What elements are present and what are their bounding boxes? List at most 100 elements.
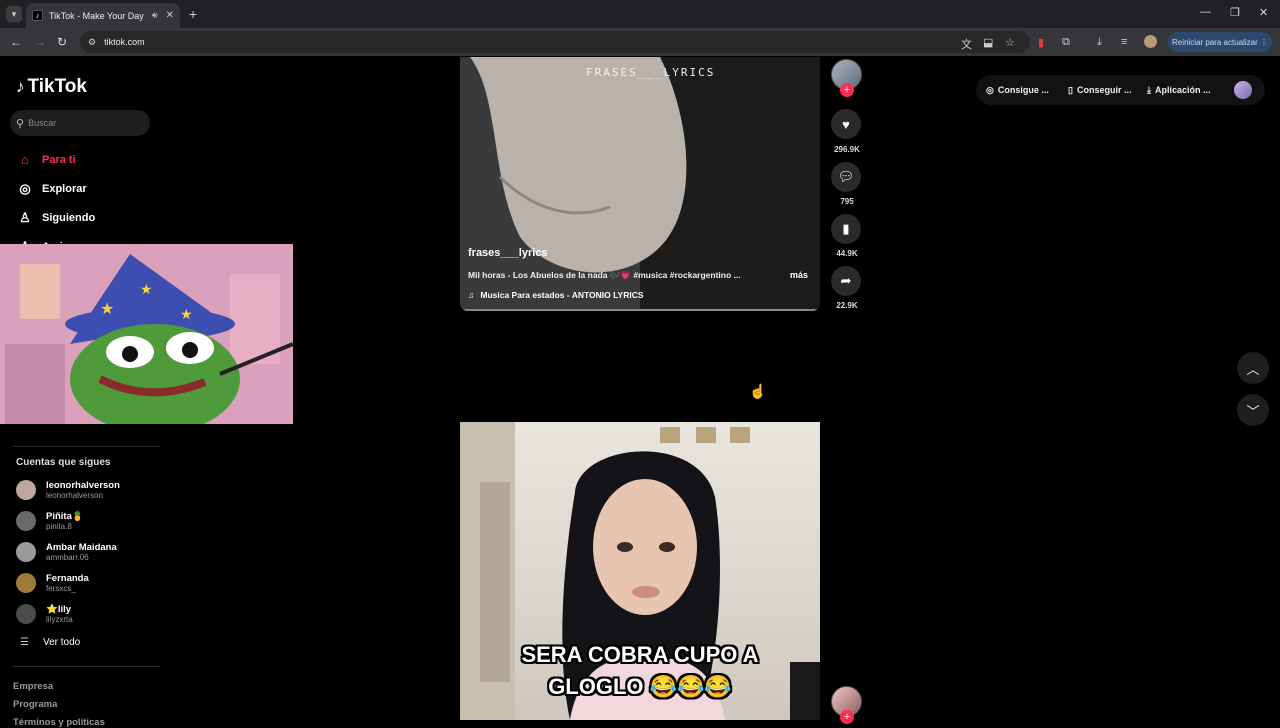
account-handle: fersxcs_ (46, 584, 76, 593)
see-all-link[interactable]: ☰ Ver todo (20, 637, 80, 648)
comment-count: 795 (840, 197, 854, 206)
close-window-icon[interactable]: ✕ (1259, 6, 1268, 19)
nav-item-following[interactable]: ♙ Siguiendo (16, 210, 95, 226)
next-video-button[interactable]: ﹀ (1237, 394, 1269, 426)
nav-item-explore[interactable]: ◎ Explorar (16, 181, 86, 197)
footer-link-company[interactable]: Empresa (13, 681, 53, 692)
get-coins-button[interactable]: ◎ Consigue ... (986, 78, 1049, 102)
reload-icon[interactable]: ↻ (57, 35, 67, 49)
video-watermark: FRASES___LYRICS (586, 66, 716, 79)
chevron-down-icon: ﹀ (1246, 403, 1260, 419)
avatar (16, 511, 36, 531)
user-avatar[interactable] (1234, 81, 1252, 99)
translate-icon[interactable]: 文 (961, 36, 972, 52)
footer-link-program[interactable]: Programa (13, 699, 57, 710)
video-caption: SERA COBRA CUPO A GLOGLO 😂😂😂 (521, 642, 759, 699)
bookmark-icon: ▮ (842, 221, 850, 236)
forward-icon[interactable]: → (34, 35, 46, 49)
account-name: Fernanda (46, 573, 89, 584)
media-control-icon[interactable]: ≡ (1121, 36, 1127, 48)
webcam-overlay: ★ ★ ★ (0, 244, 293, 424)
restart-update-button[interactable]: Reiniciar para actualizar ⋮ (1168, 32, 1272, 52)
download-icon: ⤓ (1147, 84, 1151, 95)
list-icon: ☰ (20, 637, 29, 648)
browser-tab-bar: ▾ ♪ TikTok - Make Your Day 🔊︎ ✕ + — ❐ ✕ (0, 0, 1280, 28)
site-settings-icon[interactable]: ⚙ (88, 37, 96, 48)
hand-cursor-icon: ☝ (749, 383, 767, 399)
download-icon[interactable]: ⤓ (1097, 36, 1102, 49)
browser-tab[interactable]: ♪ TikTok - Make Your Day 🔊︎ ✕ (26, 3, 180, 28)
video-player[interactable]: FRASES___LYRICS frases___lyrics Mil hora… (460, 57, 820, 311)
account-handle: leonorhalverson (46, 491, 103, 500)
new-tab-button[interactable]: + (189, 6, 197, 22)
share-icon: ➦ (840, 273, 852, 288)
phone-icon: ▯ (1068, 84, 1073, 95)
tab-search-icon[interactable]: ▾ (6, 6, 22, 22)
follow-plus-icon[interactable]: + (840, 710, 854, 724)
bookmark-star-icon[interactable]: ☆ (1005, 36, 1015, 49)
compass-icon: ◎ (19, 181, 31, 196)
back-icon[interactable]: ← (10, 35, 22, 49)
video-progress-bar[interactable] (460, 309, 820, 311)
description-more-button[interactable]: más (790, 270, 808, 280)
following-account[interactable]: Ambar Maidana ammbarr.06 (16, 542, 117, 562)
account-handle: pinita.8 (46, 522, 72, 531)
svg-text:★: ★ (140, 281, 153, 297)
following-section-title: Cuentas que sigues (16, 457, 111, 468)
avatar (16, 604, 36, 624)
install-app-icon[interactable]: ⬓ (983, 36, 993, 49)
video-description: Mil horas - Los Abuelos de la nada 🎶💗 #m… (468, 270, 741, 280)
share-count: 22.9K (836, 301, 858, 310)
minimize-icon[interactable]: — (1200, 6, 1211, 18)
frog-wizard-illustration: ★ ★ ★ (0, 244, 293, 424)
avatar (16, 480, 36, 500)
svg-text:★: ★ (100, 301, 114, 318)
divider (12, 666, 160, 667)
account-name: Ambar Maidana (46, 542, 117, 553)
search-input[interactable]: ⚲ Buscar (10, 110, 150, 136)
comment-button[interactable]: 💬︎ (831, 162, 861, 192)
get-app-button[interactable]: ▯ Conseguir ... (1068, 78, 1131, 102)
comment-icon: 💬︎ (837, 169, 855, 184)
save-count: 44.9K (836, 249, 858, 258)
account-handle: ammbarr.06 (46, 553, 89, 562)
following-account[interactable]: Piñita🍍 pinita.8 (16, 511, 84, 531)
following-account[interactable]: leonorhalverson leonorhalverson (16, 480, 120, 500)
video-author[interactable]: frases___lyrics (468, 247, 548, 259)
like-count: 296.9K (834, 145, 860, 154)
music-note-icon: ♫ (468, 290, 475, 300)
divider (12, 446, 160, 447)
like-button[interactable]: ♥ (831, 109, 861, 139)
nav-item-for-you[interactable]: ⌂ Para ti (16, 152, 76, 167)
previous-video-button[interactable]: ︿ (1237, 352, 1269, 384)
video-music[interactable]: ♫ Musica Para estados - ANTONIO LYRICS (468, 290, 644, 300)
avatar (16, 573, 36, 593)
restore-icon[interactable]: ❐ (1230, 6, 1240, 19)
browser-toolbar: ← → ↻ ⚙ tiktok.com 文 ⬓ ☆ ▮ ⧉ ⤓ ≡ Reinici… (0, 28, 1280, 56)
url-text: tiktok.com (104, 37, 145, 47)
save-button[interactable]: ▮ (831, 214, 861, 244)
address-bar[interactable]: ⚙ tiktok.com (80, 31, 1030, 53)
follow-plus-icon[interactable]: + (840, 83, 854, 97)
coin-icon: ◎ (986, 84, 994, 95)
avatar (16, 542, 36, 562)
close-tab-icon[interactable]: ✕ (166, 10, 174, 21)
footer-link-terms[interactable]: Términos y políticas (13, 717, 105, 728)
speaker-icon[interactable]: 🔊︎ (152, 10, 158, 21)
desktop-app-button[interactable]: ⤓ Aplicación ... (1147, 78, 1211, 102)
account-handle: lilyzxrta (46, 615, 73, 624)
svg-text:★: ★ (180, 306, 193, 322)
following-account[interactable]: ⭐lily lilyzxrta (16, 604, 73, 624)
profile-avatar-icon[interactable] (1144, 35, 1157, 48)
extensions-puzzle-icon[interactable]: ⧉ (1062, 36, 1070, 49)
chevron-up-icon: ︿ (1246, 361, 1260, 377)
extension-icon[interactable]: ▮ (1038, 36, 1044, 49)
account-name: ⭐lily (46, 604, 72, 615)
tiktok-logo[interactable]: ♪ TikTok (16, 76, 87, 98)
user-icon: ♙ (19, 210, 31, 225)
share-button[interactable]: ➦ (831, 266, 861, 296)
video-player[interactable]: SERA COBRA CUPO A GLOGLO 😂😂😂 (460, 422, 820, 720)
following-account[interactable]: Fernanda fersxcs_ (16, 573, 89, 593)
tiktok-note-icon: ♪ (16, 77, 25, 96)
account-name: Piñita🍍 (46, 511, 84, 522)
